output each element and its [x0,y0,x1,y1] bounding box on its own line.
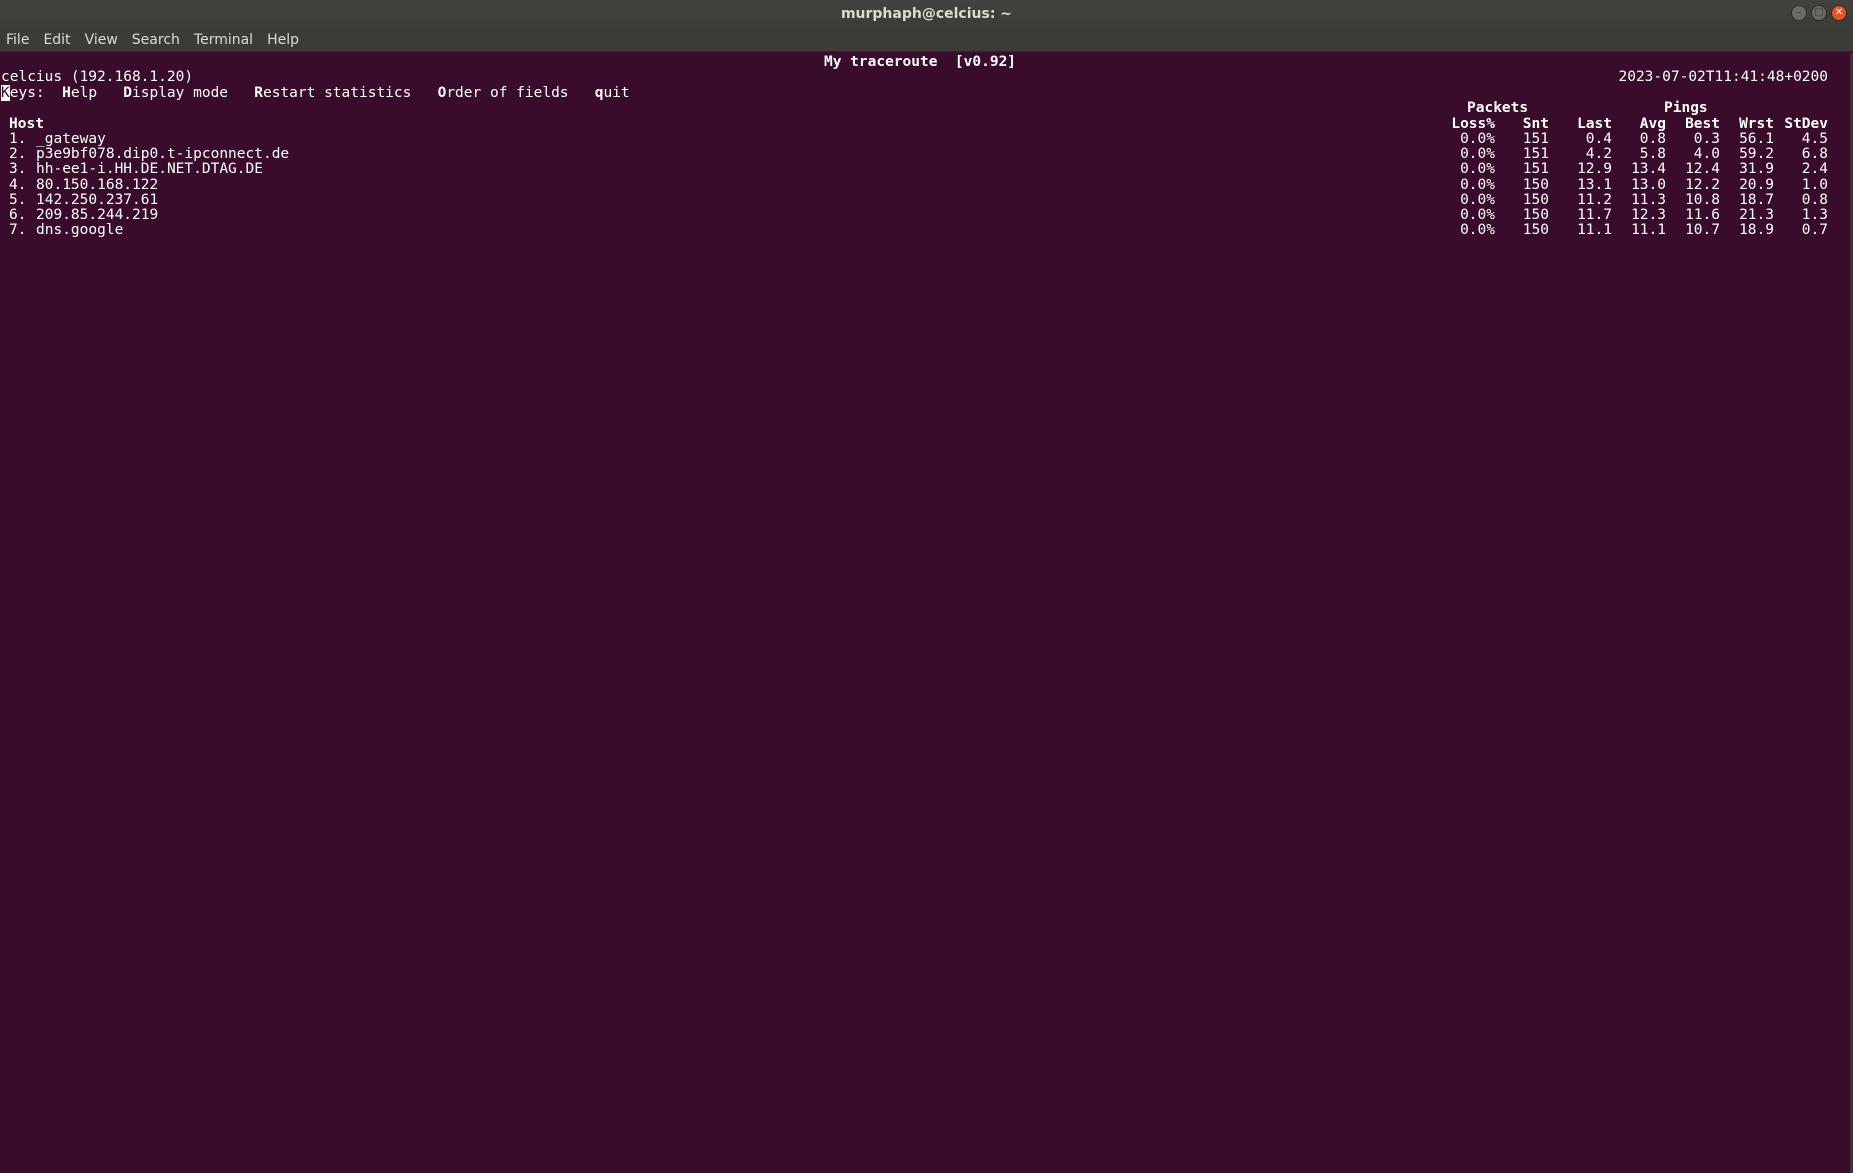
hop-host: dns.google [36,222,124,239]
maximize-icon[interactable]: □ [1811,5,1827,21]
menu-help[interactable]: Help [267,32,299,48]
menu-bar: File Edit View Search Terminal Help [0,28,1853,52]
hop-number: 7. [9,222,27,239]
window-title: murphaph@celcius: ~ [840,6,1013,22]
hop-last: 11.1 [1577,222,1612,239]
hop-avg: 11.1 [1631,222,1666,239]
menu-search[interactable]: Search [132,32,180,48]
close-icon[interactable]: ✕ [1831,5,1847,21]
terminal-cursor: K [1,85,10,101]
mtr-program-title: My traceroute [v0.92] [823,54,1017,70]
menu-terminal[interactable]: Terminal [194,32,253,48]
hop-stdev: 0.7 [1801,222,1828,239]
window-controls: – □ ✕ [1791,5,1847,21]
title-bar[interactable]: murphaph@celcius: ~ – □ ✕ [0,0,1853,28]
hop-snt: 150 [1522,222,1549,239]
hop-best: 10.7 [1685,222,1720,239]
menu-file[interactable]: File [6,32,29,48]
key-order-of-fields[interactable]: Order of fields [438,85,569,101]
terminal-content[interactable]: My traceroute [v0.92] celcius (192.168.1… [0,53,1853,1173]
terminal-window: murphaph@celcius: ~ – □ ✕ File Edit View… [0,0,1853,1173]
key-quit[interactable]: quit [595,85,630,101]
minimize-icon[interactable]: – [1791,5,1807,21]
mtr-keys-line: Keys: Help Display mode Restart statisti… [1,84,630,102]
hop-loss: 0.0% [1460,222,1495,239]
hop-row: 7. dns.google 0.0% 150 11.1 11.1 10.7 18.9 0.7 [0,221,1853,239]
menu-edit[interactable]: Edit [43,32,70,48]
hop-wrst: 18.9 [1739,222,1774,239]
key-help[interactable]: Help [62,85,97,101]
menu-view[interactable]: View [85,32,118,48]
key-display-mode[interactable]: Display mode [123,85,228,101]
keys-label: eys: [9,85,45,101]
key-restart-statistics[interactable]: Restart statistics [254,85,411,101]
mtr-timestamp: 2023-07-02T11:41:48+0200 [1618,69,1828,85]
